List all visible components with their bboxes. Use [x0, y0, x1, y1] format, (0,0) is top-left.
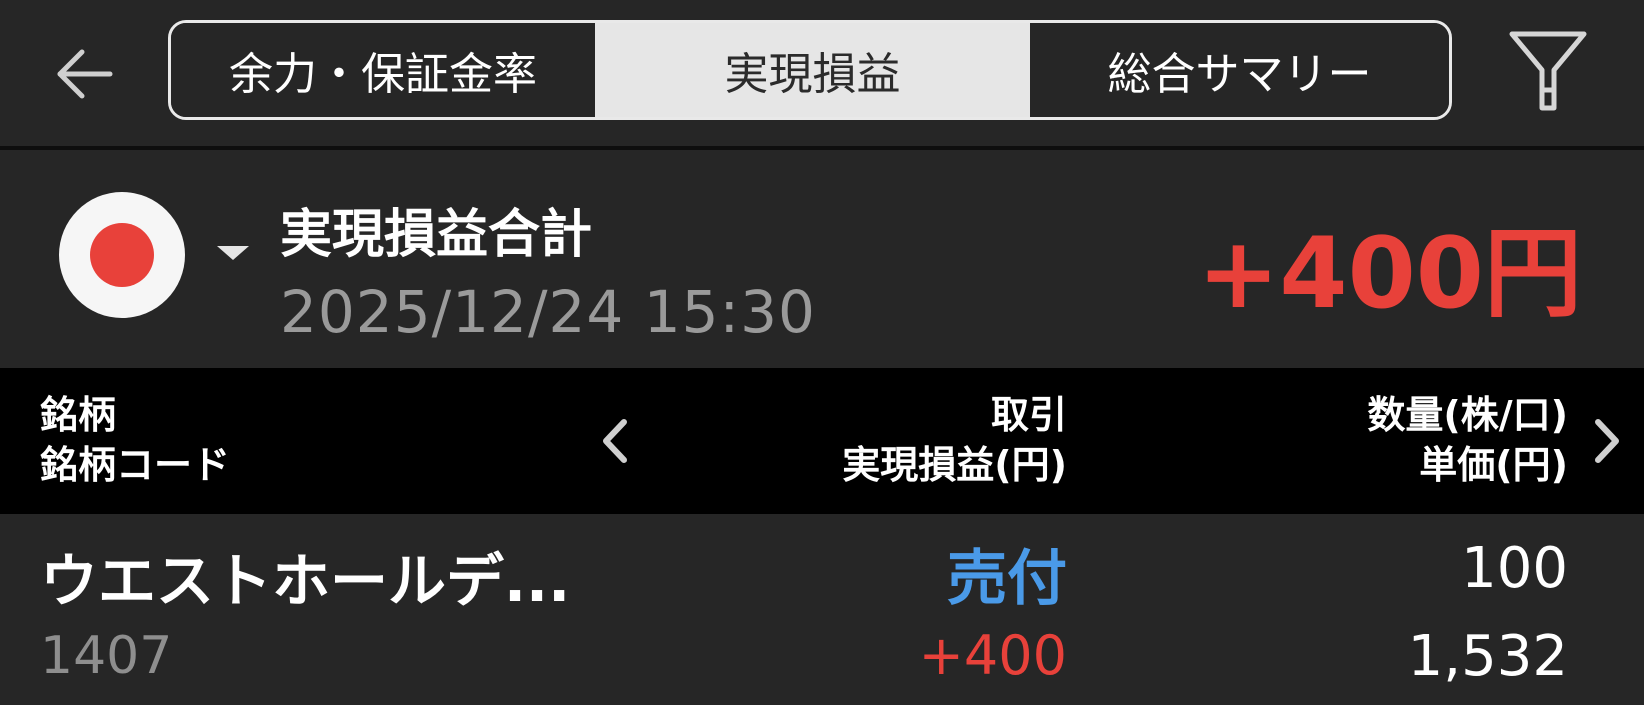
japan-flag-icon[interactable]: [59, 192, 185, 318]
arrow-left-icon: [57, 49, 113, 99]
column-header-stock-name: 銘柄: [40, 393, 117, 437]
realized-pl-summary: 実現損益合計 2025/12/24 15:30 +400円: [0, 154, 1644, 368]
stock-name: ウエストホールデ...: [40, 547, 571, 615]
tab-switcher: 余力・保証金率 実現損益 総合サマリー: [168, 20, 1452, 120]
realized-pl-value: +400: [918, 624, 1067, 687]
column-header-unit-price: 単価(円): [1419, 443, 1568, 487]
chevron-right-icon: [1595, 419, 1619, 463]
column-header-stock-code: 銘柄コード: [40, 443, 231, 487]
chevron-left-icon: [603, 419, 627, 463]
chevron-down-icon[interactable]: [217, 246, 249, 260]
summary-datetime: 2025/12/24 15:30: [280, 278, 816, 346]
trade-type: 売付: [947, 544, 1067, 614]
table-header: 銘柄 銘柄コード 取引 実現損益(円) 数量(株/口) 単価(円): [0, 368, 1644, 514]
unit-price-value: 1,532: [1407, 624, 1568, 689]
summary-total-amount: +400円: [1197, 217, 1582, 331]
tab-summary[interactable]: 総合サマリー: [1030, 23, 1449, 117]
filter-button[interactable]: [1506, 28, 1596, 118]
stock-code: 1407: [40, 626, 173, 686]
back-button[interactable]: [50, 40, 120, 110]
tab-realized-pl[interactable]: 実現損益: [595, 23, 1030, 117]
tab-margin-ratio[interactable]: 余力・保証金率: [171, 23, 595, 117]
filter-icon: [1509, 31, 1587, 111]
column-next-button[interactable]: [1586, 416, 1626, 466]
table-row[interactable]: ウエストホールデ... 1407 売付 +400 100 1,532: [0, 514, 1644, 705]
column-header-trade: 取引 実現損益(円): [842, 390, 1067, 490]
column-header-quantity: 数量(株/口) 単価(円): [1367, 390, 1568, 490]
column-prev-button[interactable]: [596, 416, 636, 466]
summary-title: 実現損益合計: [280, 205, 593, 265]
quantity-value: 100: [1461, 536, 1568, 601]
column-header-qty: 数量(株/口): [1367, 393, 1568, 437]
top-bar: 余力・保証金率 実現損益 総合サマリー: [0, 0, 1644, 150]
column-header-trade-type: 取引: [990, 393, 1067, 437]
flag-red-circle: [90, 223, 154, 287]
column-header-realized-pl: 実現損益(円): [842, 443, 1067, 487]
column-header-stock: 銘柄 銘柄コード: [40, 390, 230, 490]
